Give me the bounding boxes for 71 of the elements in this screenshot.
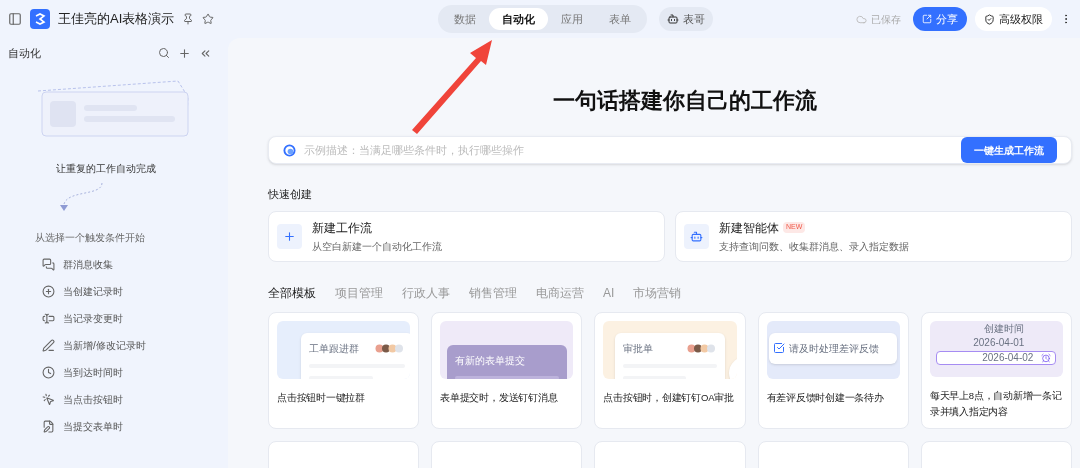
preview-text: 2026-04-01 bbox=[973, 336, 1025, 349]
sidebar-title: 自动化 bbox=[8, 46, 41, 61]
template-title: 点击按钮时一键拉群 bbox=[277, 390, 366, 405]
template-tab[interactable]: 全部模板 bbox=[268, 283, 316, 302]
view-tab[interactable]: 自动化 bbox=[489, 7, 548, 31]
template-title: 表单提交时，发送钉钉消息 bbox=[440, 390, 559, 405]
trigger-icon bbox=[42, 311, 55, 325]
preview-text: 请及时处理差评反馈 bbox=[789, 341, 880, 356]
share-icon bbox=[922, 14, 932, 24]
preview-text: 审批单 bbox=[623, 341, 654, 356]
view-tab[interactable]: 应用 bbox=[548, 7, 596, 31]
plus-icon bbox=[277, 223, 302, 249]
trigger-icon bbox=[42, 419, 55, 433]
share-button[interactable]: 分享 bbox=[913, 6, 967, 32]
trigger-item[interactable]: 当新增/修改记录时 bbox=[42, 337, 220, 353]
template-title: 有差评反馈时创建一条待办 bbox=[766, 390, 885, 405]
avatars-icon bbox=[375, 343, 405, 353]
pin-icon[interactable] bbox=[182, 13, 195, 25]
template-card[interactable]: 创建时间 2026-04-01 2026-04-02 每天早上8点，自动新增一条记录并填入指定内容 bbox=[920, 311, 1072, 429]
document-title: 王佳亮的AI表格演示 bbox=[58, 10, 175, 29]
view-tab[interactable]: 数据 bbox=[441, 7, 489, 31]
card-description: 支持查询问数、收集群消息、录入指定数据 bbox=[719, 239, 909, 254]
template-title: 点击按钮时，创建钉钉OA审批 bbox=[603, 390, 735, 405]
template-card[interactable]: 请及时处理差评反馈 有差评反馈时创建一条待办 bbox=[757, 311, 909, 429]
trigger-item[interactable]: 群消息收集 bbox=[42, 256, 220, 272]
shield-icon bbox=[984, 13, 995, 25]
dashed-arrow-icon bbox=[58, 181, 106, 212]
star-icon[interactable] bbox=[202, 13, 215, 25]
save-status: 已保存 bbox=[871, 12, 901, 27]
preview-text: 2026-04-02 bbox=[982, 351, 1034, 364]
assistant-button[interactable]: 表哥 bbox=[659, 6, 713, 32]
ai-spinner-icon bbox=[283, 143, 296, 157]
section-title: 快速创建 bbox=[268, 187, 313, 202]
page-heading: 一句话搭建你自己的工作流 bbox=[553, 87, 817, 115]
template-card[interactable]: 审批单 点击按钮时，创建钉钉OA审批 bbox=[594, 311, 746, 429]
trigger-item[interactable]: 当点击按钮时 bbox=[42, 391, 220, 407]
trigger-icon bbox=[42, 338, 55, 352]
bot-icon bbox=[667, 13, 679, 25]
trigger-icon bbox=[42, 257, 55, 271]
permissions-button[interactable]: 高级权限 bbox=[975, 6, 1052, 32]
card-title: 新建智能体 bbox=[719, 219, 779, 237]
preview-text: 创建时间 bbox=[984, 322, 1025, 335]
trigger-item[interactable]: 当记录变更时 bbox=[42, 310, 220, 326]
checkbox-icon bbox=[773, 342, 786, 354]
quick-create-card[interactable]: 新建工作流 从空白新建一个自动化工作流 bbox=[268, 210, 665, 262]
trigger-item[interactable]: 当创建记录时 bbox=[42, 283, 220, 299]
card-title: 新建工作流 bbox=[312, 219, 372, 237]
add-icon[interactable] bbox=[178, 46, 191, 60]
sidebar-hint: 从选择一个触发条件开始 bbox=[35, 230, 146, 245]
trigger-item[interactable]: 当到达时间时 bbox=[42, 364, 220, 380]
search-icon[interactable] bbox=[158, 47, 170, 60]
alarm-icon bbox=[1041, 352, 1052, 363]
avatars-icon bbox=[687, 343, 718, 353]
template-title: 每天早上8点，自动新增一条记录并填入指定内容 bbox=[929, 388, 1063, 419]
bot-icon bbox=[684, 223, 709, 249]
trigger-item[interactable]: 当提交表单时 bbox=[42, 418, 220, 434]
cloud-icon bbox=[856, 13, 867, 25]
trigger-icon bbox=[42, 392, 55, 406]
preview-text: 有新的表单提交 bbox=[454, 353, 526, 368]
sidebar-tagline: 让重复的工作自动完成 bbox=[56, 161, 157, 176]
sidebar-toggle-icon[interactable] bbox=[8, 12, 22, 26]
prompt-field[interactable]: 示例描述：当满足哪些条件时，执行哪些操作 一键生成工作流 bbox=[268, 136, 1072, 164]
template-card[interactable]: 工单跟进群 点击按钮时一键拉群 bbox=[268, 311, 420, 429]
generate-button[interactable]: 一键生成工作流 bbox=[961, 137, 1057, 163]
app-logo-icon bbox=[30, 9, 50, 29]
trigger-icon bbox=[42, 284, 55, 298]
trigger-icon bbox=[42, 365, 55, 379]
template-card[interactable]: 有新的表单提交 表单提交时，发送钉钉消息 bbox=[431, 311, 583, 429]
view-tab[interactable]: 表单 bbox=[596, 7, 644, 31]
card-description: 从空白新建一个自动化工作流 bbox=[312, 239, 442, 254]
preview-text: 工单跟进群 bbox=[309, 341, 359, 356]
